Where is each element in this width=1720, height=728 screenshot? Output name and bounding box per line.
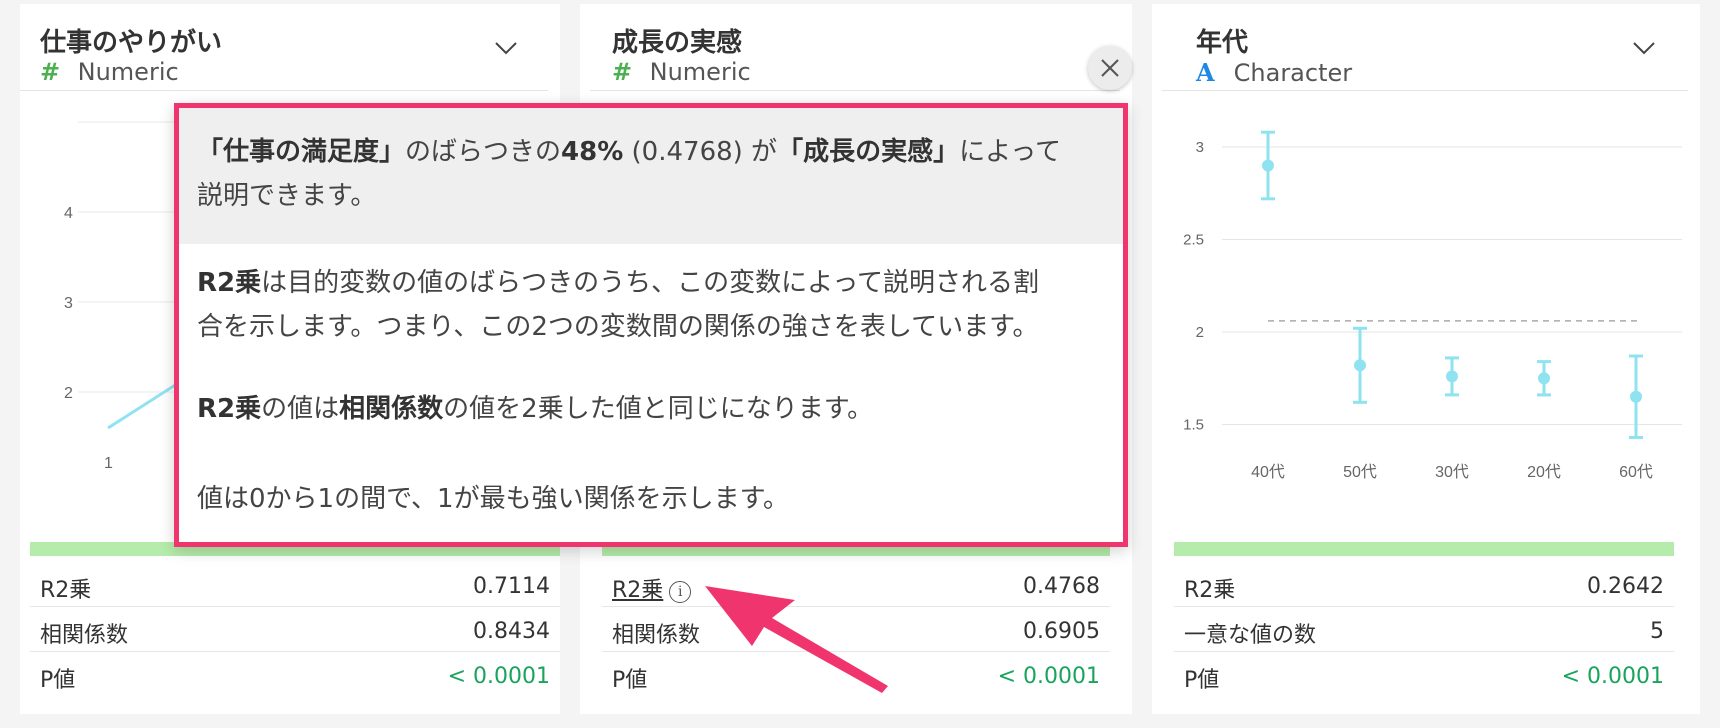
stat-value: 0.2642: [1587, 574, 1664, 599]
stat-label: 相関係数: [40, 623, 129, 648]
mean-point: [1630, 390, 1642, 403]
text: の値は: [261, 394, 340, 424]
card-header[interactable]: 年代 A Character: [1162, 4, 1688, 91]
stat-row-unique: 一意な値の数 5: [1174, 607, 1674, 652]
card-type: # Numeric: [40, 58, 179, 86]
regression-line: [107, 380, 181, 430]
percent: 48%: [561, 137, 624, 167]
text: は目的変数の値のばらつきのうち、この変数によって説明される割: [261, 268, 1040, 298]
mean-point: [1446, 370, 1458, 383]
popover-summary-text: 「仕事の満足度」のばらつきの48% (0.4768) が「成長の実感」によって説…: [197, 130, 1101, 218]
y-tick-label: 4: [64, 205, 73, 222]
chevron-down-icon[interactable]: [494, 40, 518, 56]
x-tick-label: 40代: [1251, 463, 1285, 481]
chevron-down-icon[interactable]: [1632, 40, 1656, 56]
y-tick-label: 1.5: [1183, 417, 1204, 434]
card-title: 年代: [1196, 28, 1249, 58]
stat-value: 5: [1650, 619, 1664, 644]
stat-label: P値: [1184, 668, 1220, 693]
card-title: 仕事のやりがい: [40, 28, 223, 58]
popover-para-3: 値は0から1の間で、1が最も強い関係を示します。: [197, 484, 789, 514]
stat-value: 0.7114: [473, 574, 550, 599]
card-type-label: Numeric: [649, 58, 751, 86]
y-tick-label: 2: [1196, 324, 1204, 341]
x-tick-label: 20代: [1527, 463, 1561, 481]
card-title: 成長の実感: [612, 28, 743, 58]
mean-point: [1538, 372, 1550, 385]
stat-label: R2乗: [1184, 578, 1236, 603]
x-tick-label: 30代: [1435, 463, 1469, 481]
stat-value: 0.6905: [1023, 619, 1100, 644]
text: の値を2乗した値と同じになります。: [443, 394, 874, 424]
mean-point: [1262, 159, 1274, 172]
stat-value: < 0.0001: [997, 664, 1100, 689]
stat-label: R2乗: [40, 578, 92, 603]
stat-row-pvalue: P値 < 0.0001: [30, 652, 560, 696]
numeric-type-icon: #: [612, 58, 633, 86]
character-type-icon: A: [1196, 58, 1215, 87]
explanatory-variable: 「成長の実感」: [777, 137, 960, 167]
card-type: # Numeric: [612, 58, 751, 86]
stat-row-pvalue: P値 < 0.0001: [1174, 652, 1674, 696]
card-type: A Character: [1196, 58, 1352, 87]
r2-link[interactable]: R2乗: [612, 578, 663, 603]
text: (0.4768) が: [623, 137, 778, 167]
y-tick-label: 3: [64, 295, 73, 312]
stat-value: 0.8434: [473, 619, 550, 644]
variable-card-3: 年代 A Character 3 2.5 2 1.5 40代 50代 30代 20代 60代 R…: [1152, 4, 1700, 714]
x-tick-label: 50代: [1343, 463, 1377, 481]
text: のばらつきの: [405, 137, 562, 167]
r2-info-trigger[interactable]: R2乗 i: [612, 572, 692, 604]
y-tick-label: 2: [64, 385, 73, 402]
popover-para-2: R2乗の値は相関係数の値を2乗した値と同じになります。: [197, 387, 1101, 431]
stat-label: 一意な値の数: [1184, 623, 1317, 648]
x-tick-label: 1: [104, 455, 113, 472]
term: R2乗: [197, 268, 262, 298]
stat-value: < 0.0001: [447, 664, 550, 689]
text: 合を示します。つまり、この2つの変数間の関係の強さを表しています。: [197, 312, 1039, 342]
stat-value: 0.4768: [1023, 574, 1100, 599]
stat-row-r2: R2乗 0.7114: [30, 562, 560, 607]
y-tick-label: 2.5: [1183, 232, 1204, 249]
stat-value: < 0.0001: [1561, 664, 1664, 689]
popover-para-1: R2乗は目的変数の値のばらつきのうち、この変数によって説明される割合を示します。…: [197, 261, 1101, 349]
stat-row-correlation: 相関係数 0.8434: [30, 607, 560, 652]
target-variable: 「仕事の満足度」: [197, 137, 406, 167]
stat-label: P値: [612, 668, 648, 693]
r2-bar: [1174, 542, 1674, 556]
close-button[interactable]: [1088, 46, 1132, 90]
numeric-type-icon: #: [40, 58, 61, 86]
stat-row-correlation: 相関係数 0.6905: [602, 607, 1110, 652]
y-tick-label: 3: [1196, 139, 1204, 156]
stat-row-r2: R2乗 i 0.4768: [602, 562, 1110, 607]
close-icon: [1101, 59, 1119, 77]
popover-summary: 「仕事の満足度」のばらつきの48% (0.4768) が「成長の実感」によって説…: [179, 108, 1123, 244]
card-header[interactable]: 成長の実感 # Numeric: [590, 4, 1120, 91]
info-icon[interactable]: i: [669, 581, 692, 603]
text: 説明できます。: [197, 181, 377, 211]
age-errorbar-chart: 3 2.5 2 1.5 40代 50代 30代 20代 60代: [1152, 94, 1700, 534]
x-tick-label: 60代: [1619, 463, 1653, 481]
stat-label: 相関係数: [612, 623, 701, 648]
text: によって: [959, 137, 1061, 167]
stat-label: P値: [40, 668, 76, 693]
stat-row-pvalue: P値 < 0.0001: [602, 652, 1110, 696]
term: R2乗: [197, 394, 262, 424]
card-type-label: Character: [1233, 59, 1353, 87]
stat-row-r2: R2乗 0.2642: [1174, 562, 1674, 607]
r2-explanation-popover: 「仕事の満足度」のばらつきの48% (0.4768) が「成長の実感」によって説…: [174, 103, 1128, 547]
mean-point: [1354, 359, 1366, 372]
term: 相関係数: [339, 394, 444, 424]
card-header[interactable]: 仕事のやりがい # Numeric: [20, 4, 548, 91]
card-type-label: Numeric: [77, 58, 179, 86]
